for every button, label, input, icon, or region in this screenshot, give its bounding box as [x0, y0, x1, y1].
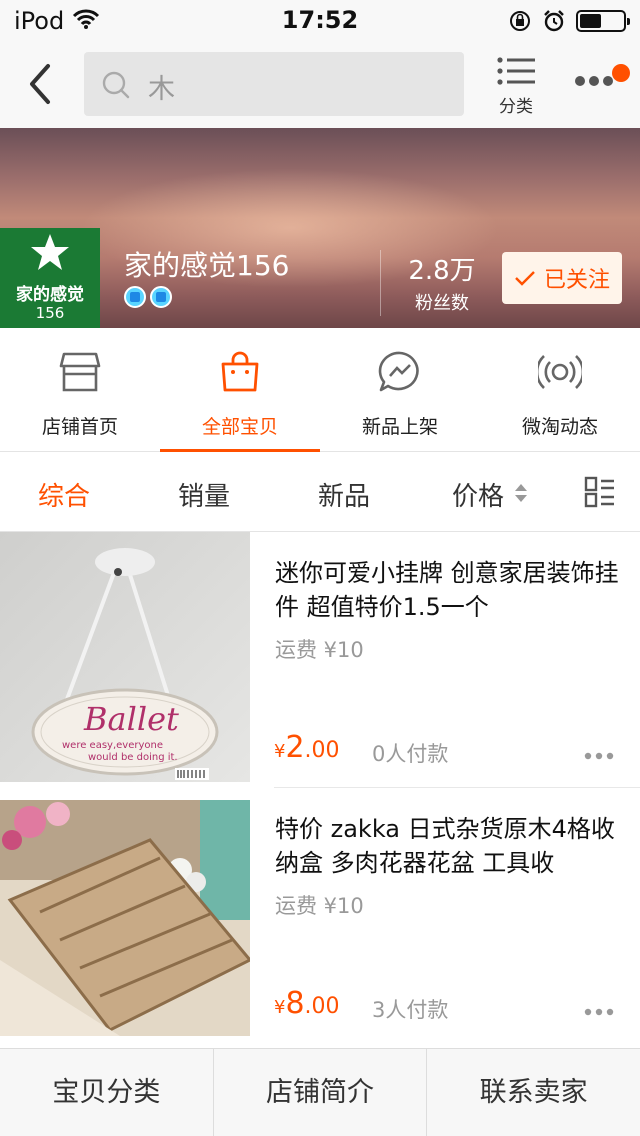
fans-stat: 2.8万 粉丝数 [400, 250, 484, 315]
sort-sales[interactable]: 销量 [178, 476, 230, 513]
product-item[interactable]: Ballet were easy,everyone would be doing… [0, 532, 640, 788]
image-caption: would be doing it. [88, 752, 178, 763]
tab-label: 新品上架 [361, 416, 438, 438]
notification-dot [612, 64, 630, 82]
product-price: ¥2.00 [274, 730, 340, 765]
tab-new-arrivals[interactable]: 新品上架 [320, 328, 480, 452]
logo-text: 家的感觉 [16, 285, 84, 305]
item-categories-button[interactable]: 宝贝分类 [0, 1049, 214, 1136]
tab-label: 店铺首页 [41, 416, 118, 438]
star-icon [31, 234, 69, 270]
logo-number: 156 [35, 304, 65, 322]
shop-name: 家的感觉156 [124, 249, 290, 282]
product-price: ¥8.00 [274, 986, 340, 1021]
nav-bar: 木 分类 [0, 40, 640, 128]
sort-newest[interactable]: 新品 [318, 476, 370, 513]
shop-tabs: 店铺首页 全部宝贝 新品上架 微淘动态 [0, 328, 640, 452]
search-placeholder: 木 [148, 74, 175, 105]
tab-label: 微淘动态 [521, 416, 598, 438]
price-symbol: ¥ [274, 741, 286, 762]
search-icon [102, 71, 130, 99]
list-view-icon[interactable] [584, 476, 616, 508]
image-text: Ballet [84, 700, 179, 738]
sort-price[interactable]: 价格 [452, 476, 504, 513]
price-integer: 2 [285, 730, 305, 765]
price-integer: 8 [285, 986, 305, 1021]
more-icon[interactable] [584, 1008, 614, 1016]
shop-intro-button[interactable]: 店铺简介 [214, 1049, 428, 1136]
category-label: 分类 [499, 97, 533, 117]
status-bar: iPod 17:52 [0, 0, 640, 40]
tab-all-items[interactable]: 全部宝贝 [160, 328, 320, 452]
tab-weitao[interactable]: 微淘动态 [480, 328, 640, 452]
more-icon[interactable] [574, 74, 614, 88]
image-caption: were easy,everyone [62, 740, 164, 751]
category-button[interactable]: 分类 [490, 56, 542, 117]
product-title[interactable]: 迷你可爱小挂牌 创意家居装饰挂件 超值特价1.5一个 [275, 556, 625, 624]
bottom-bar: 宝贝分类 店铺简介 联系卖家 [0, 1048, 640, 1136]
crown-icon [150, 286, 172, 308]
list-icon [497, 57, 535, 85]
price-decimal: .00 [304, 994, 340, 1019]
sort-arrows-icon [515, 484, 527, 502]
sort-comprehensive[interactable]: 综合 [38, 476, 90, 513]
shop-banner: 家的感觉 156 家的感觉156 2.8万 粉丝数 已关注 [0, 128, 640, 328]
crown-icon [124, 286, 146, 308]
battery-icon [576, 10, 630, 32]
broadcast-icon [538, 355, 582, 389]
seller-rating [124, 286, 172, 308]
store-icon [59, 352, 101, 392]
price-decimal: .00 [304, 738, 340, 763]
follow-button[interactable]: 已关注 [502, 252, 622, 304]
product-image[interactable] [0, 800, 250, 1036]
contact-seller-button[interactable]: 联系卖家 [427, 1049, 640, 1136]
product-title[interactable]: 特价 zakka 日式杂货原木4格收纳盒 多肉花器花盆 工具收 [275, 812, 625, 880]
shop-page: iPod 17:52 木 分类 家的感觉 156 家的感觉156 2.8万 粉丝… [0, 0, 640, 1136]
follow-label: 已关注 [543, 268, 610, 293]
search-input[interactable]: 木 [84, 52, 464, 116]
check-icon [515, 271, 535, 286]
rotation-lock-icon [510, 11, 530, 31]
fans-count: 2.8万 [408, 256, 476, 286]
tab-store-home[interactable]: 店铺首页 [0, 328, 160, 452]
shipping-fee: 运费 ¥10 [275, 638, 364, 662]
sold-count: 3人付款 [372, 998, 449, 1022]
more-icon[interactable] [584, 752, 614, 760]
product-item[interactable]: 特价 zakka 日式杂货原木4格收纳盒 多肉花器花盆 工具收 运费 ¥10 ¥… [0, 788, 640, 1048]
sold-count: 0人付款 [372, 742, 449, 766]
fans-label: 粉丝数 [415, 293, 469, 314]
shop-logo[interactable]: 家的感觉 156 [0, 228, 100, 328]
status-right [508, 9, 630, 33]
price-symbol: ¥ [274, 997, 286, 1018]
alarm-icon [544, 10, 564, 32]
tab-label: 全部宝贝 [201, 416, 278, 438]
chat-bolt-icon [378, 351, 419, 392]
back-icon[interactable] [22, 60, 62, 108]
sort-bar: 综合 销量 新品 价格 [0, 452, 640, 532]
bag-icon [221, 351, 259, 392]
product-image[interactable]: Ballet were easy,everyone would be doing… [0, 532, 250, 782]
divider [380, 250, 381, 316]
shipping-fee: 运费 ¥10 [275, 894, 364, 918]
